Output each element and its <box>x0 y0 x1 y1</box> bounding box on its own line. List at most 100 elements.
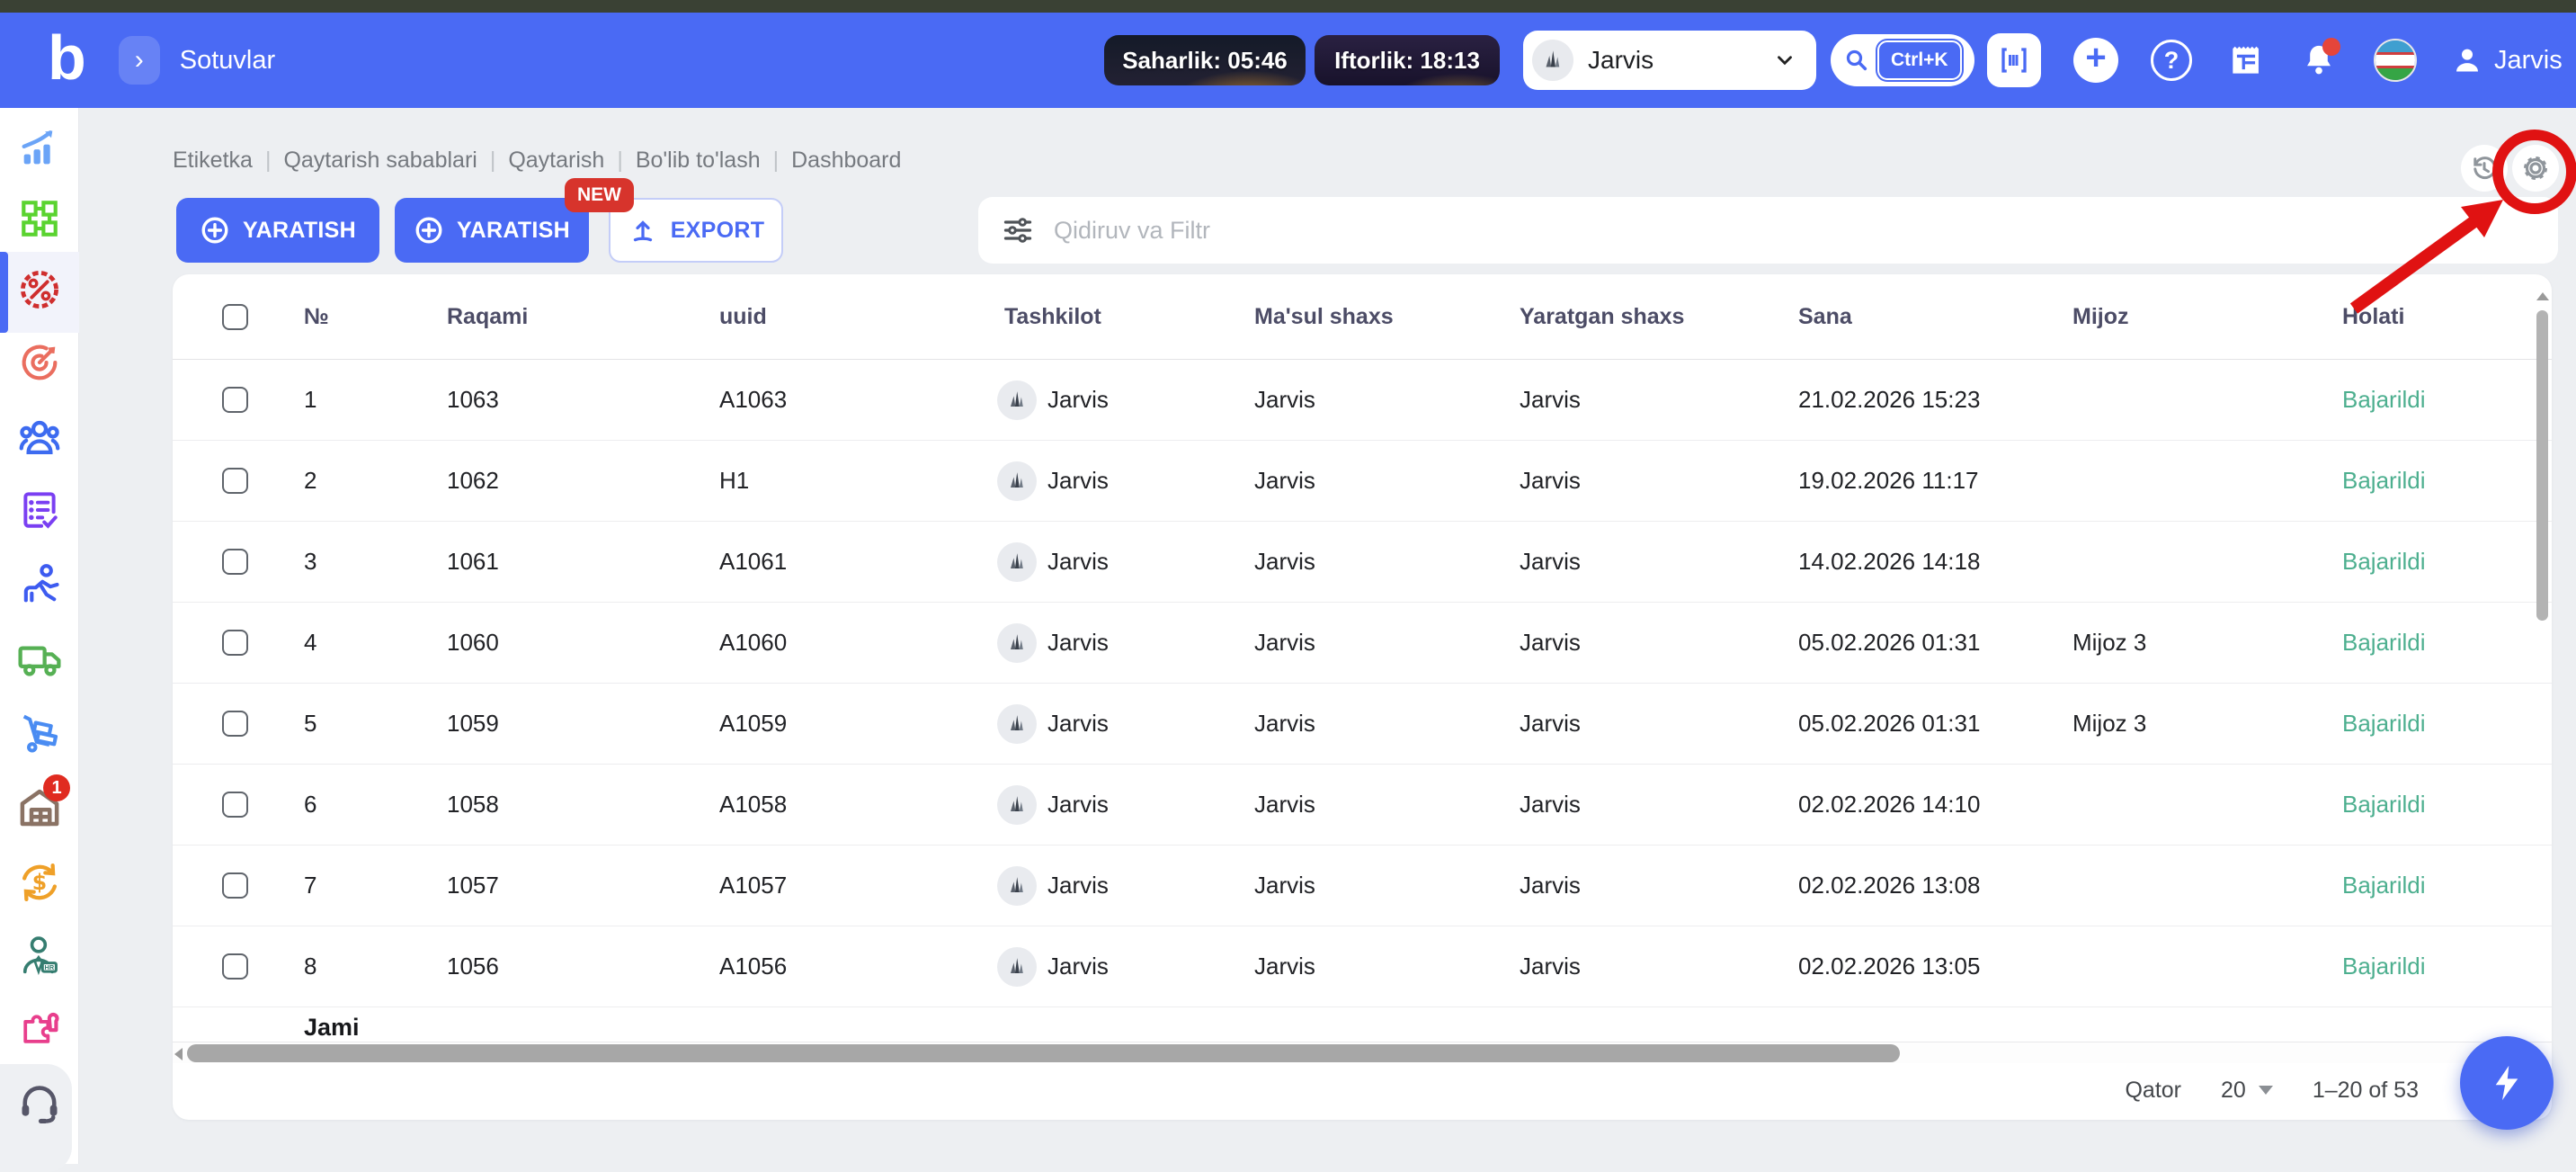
cell-uuid: A1059 <box>719 710 788 737</box>
col-yaratgan[interactable]: Yaratgan shaxs <box>1520 304 1798 330</box>
row-checkbox[interactable] <box>222 711 248 737</box>
sidebar-item-marketing[interactable] <box>0 327 79 398</box>
sidebar-nav: 1 $ HR <box>0 108 79 1172</box>
barcode-scanner-button[interactable] <box>1987 33 2041 87</box>
organization-avatar <box>997 541 1037 582</box>
create-button[interactable]: YARATISH <box>176 198 379 263</box>
cell-uuid: A1060 <box>719 629 788 656</box>
sidebar-item-support[interactable] <box>0 1069 79 1140</box>
sales-icon <box>20 270 59 309</box>
vertical-scroll-thumb[interactable] <box>2536 310 2548 621</box>
search-input[interactable] <box>1054 216 2535 245</box>
scroll-left-arrow[interactable] <box>174 1048 183 1060</box>
horizontal-scroll-thumb[interactable] <box>187 1044 1900 1062</box>
table-row[interactable]: 8 1056 A1056 Jarvis Jarvis Jarvis 02.02.… <box>173 926 2552 1007</box>
row-checkbox[interactable] <box>222 549 248 575</box>
cell-raqami: 1060 <box>447 629 499 656</box>
row-checkbox[interactable] <box>222 792 248 818</box>
support-headset-icon <box>22 1086 58 1124</box>
search-filter-bar[interactable] <box>978 197 2558 264</box>
sidebar-item-procurement[interactable] <box>0 698 79 768</box>
sidebar-item-delivery[interactable] <box>0 624 79 694</box>
app-header: b › Sotuvlar Saharlik: 05:46 Iftorlik: 1… <box>0 13 2576 108</box>
select-all-checkbox[interactable] <box>222 303 248 330</box>
scroll-up-arrow[interactable] <box>2536 292 2549 300</box>
svg-text:$: $ <box>32 870 47 895</box>
history-button[interactable] <box>2461 145 2508 192</box>
col-sana[interactable]: Sana <box>1798 304 2072 330</box>
col-masul[interactable]: Ma'sul shaxs <box>1254 304 1520 330</box>
table-header-row: № Raqami uuid Tashkilot Ma'sul shaxs Yar… <box>173 274 2552 360</box>
cell-tashkilot: Jarvis <box>997 703 1254 744</box>
settings-button[interactable] <box>2512 145 2559 192</box>
help-button[interactable]: ? <box>2151 40 2192 81</box>
iftorlik-time-badge: Iftorlik: 18:13 <box>1315 35 1500 85</box>
courier-icon <box>23 564 59 603</box>
sidebar-item-integrations[interactable] <box>0 993 79 1063</box>
create-button-2[interactable]: YARATISH <box>395 198 589 263</box>
table-row[interactable]: 3 1061 A1061 Jarvis Jarvis Jarvis 14.02.… <box>173 522 2552 603</box>
assistant-fab[interactable] <box>2460 1036 2554 1130</box>
row-checkbox[interactable] <box>222 953 248 980</box>
col-holati[interactable]: Holati <box>2342 304 2552 330</box>
breadcrumb-item[interactable]: Dashboard <box>791 148 901 173</box>
pagination-range: 1–20 of 53 <box>2312 1077 2419 1103</box>
cell-tashkilot: Jarvis <box>997 946 1254 987</box>
breadcrumb-item[interactable]: Qaytarish <box>508 148 604 173</box>
rows-per-page-select[interactable]: 20 <box>2221 1078 2273 1104</box>
sidebar-item-courier[interactable] <box>0 550 79 620</box>
table-body: 1 1063 A1063 Jarvis Jarvis Jarvis 21.02.… <box>173 360 2552 1007</box>
breadcrumb-item[interactable]: Qaytarish sabablari <box>283 148 477 173</box>
reports-button[interactable] <box>2226 40 2266 80</box>
breadcrumb-item[interactable]: Etiketka <box>173 148 253 173</box>
organization-selector[interactable]: Jarvis <box>1523 31 1816 90</box>
col-raqami[interactable]: Raqami <box>447 304 719 330</box>
saharlik-time-badge: Saharlik: 05:46 <box>1104 35 1306 85</box>
table-row[interactable]: 4 1060 A1060 Jarvis Jarvis Jarvis 05.02.… <box>173 603 2552 684</box>
breadcrumb-item[interactable]: Bo'lib to'lash <box>636 148 761 173</box>
statistics-icon <box>22 130 53 165</box>
cell-sana: 14.02.2026 14:18 <box>1798 548 1981 575</box>
row-checkbox[interactable] <box>222 872 248 899</box>
table-row[interactable]: 6 1058 A1058 Jarvis Jarvis Jarvis 02.02.… <box>173 765 2552 845</box>
sidebar-item-finance[interactable]: $ <box>0 847 79 917</box>
sidebar-item-sales[interactable] <box>0 255 79 325</box>
cell-sana: 05.02.2026 01:31 <box>1798 629 1981 656</box>
cell-yaratgan: Jarvis <box>1520 872 1581 899</box>
col-mijoz[interactable]: Mijoz <box>2072 304 2342 330</box>
table-row[interactable]: 1 1063 A1063 Jarvis Jarvis Jarvis 21.02.… <box>173 360 2552 441</box>
global-search-button[interactable]: Ctrl+K <box>1831 34 1974 86</box>
app-logo[interactable]: b <box>48 26 86 89</box>
col-tashkilot[interactable]: Tashkilot <box>1004 304 1254 330</box>
col-uuid[interactable]: uuid <box>719 304 1004 330</box>
quick-add-button[interactable]: + <box>2073 38 2118 83</box>
notifications-button[interactable] <box>2300 38 2340 79</box>
sidebar-item-statistics[interactable] <box>0 113 79 183</box>
row-checkbox[interactable] <box>222 468 248 494</box>
language-flag-uz[interactable] <box>2374 39 2417 82</box>
cell-sana: 19.02.2026 11:17 <box>1798 467 1979 494</box>
vertical-scrollbar[interactable] <box>2536 292 2549 1080</box>
table-row[interactable]: 5 1059 A1059 Jarvis Jarvis Jarvis 05.02.… <box>173 684 2552 765</box>
browser-top-strip <box>0 0 2576 13</box>
table-row[interactable]: 7 1057 A1057 Jarvis Jarvis Jarvis 02.02.… <box>173 845 2552 926</box>
sidebar-item-hr[interactable]: HR <box>0 921 79 991</box>
table-row[interactable]: 2 1062 H1 Jarvis Jarvis Jarvis 19.02.202… <box>173 441 2552 522</box>
sidebar-item-clients[interactable] <box>0 402 79 472</box>
row-checkbox[interactable] <box>222 387 248 413</box>
user-menu[interactable]: Jarvis <box>2449 42 2563 78</box>
cell-raqami: 1058 <box>447 791 499 818</box>
sidebar-item-orders[interactable] <box>0 475 79 545</box>
main-content: Etiketka | Qaytarish sabablari | Qaytarish | B… <box>79 108 2576 1164</box>
col-number[interactable]: № <box>304 304 447 330</box>
sidebar-item-warehouse[interactable]: 1 <box>0 773 79 843</box>
cell-tashkilot: Jarvis <box>997 865 1254 906</box>
delivery-truck-icon <box>18 646 61 676</box>
row-checkbox[interactable] <box>222 630 248 656</box>
export-button[interactable]: EXPORT <box>609 198 783 263</box>
sidebar-item-modules[interactable] <box>0 183 79 254</box>
sidebar-expand-button[interactable]: › <box>118 36 160 85</box>
horizontal-scrollbar[interactable] <box>173 1042 2552 1063</box>
organization-avatar <box>1532 40 1573 81</box>
cell-masul: Jarvis <box>1254 710 1315 737</box>
